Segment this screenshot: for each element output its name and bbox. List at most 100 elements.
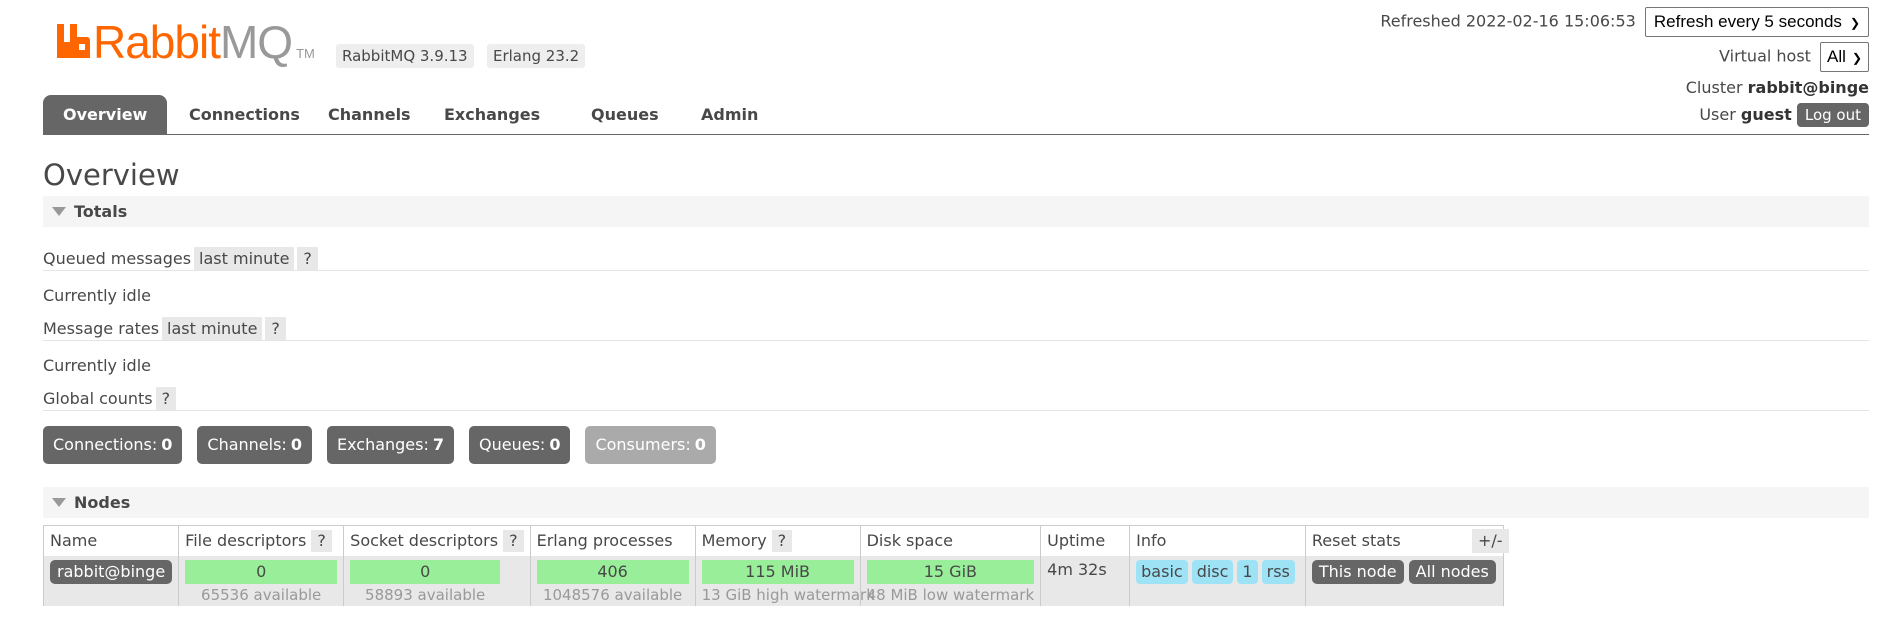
logo-text-rabbit: Rabbit xyxy=(93,16,221,68)
info-tag-count: 1 xyxy=(1237,559,1258,584)
col-name: Name xyxy=(42,525,180,556)
help-button[interactable]: ? xyxy=(311,529,332,552)
vhost-row: Virtual host All ❯ xyxy=(1719,42,1869,72)
socket-descriptors-available: 58893 available xyxy=(365,585,486,604)
queued-period-selector[interactable]: last minute xyxy=(194,247,295,271)
memory-cell: 115 MiB 13 GiB high watermark xyxy=(694,555,875,606)
count-value: 0 xyxy=(161,435,173,454)
uptime-value: 4m 32s xyxy=(1047,559,1107,579)
global-counts-row: Global counts? xyxy=(43,387,177,411)
object-counts: Connections: 0 Channels: 0 Exchanges: 7 Que… xyxy=(43,426,731,464)
rabbitmq-logo-icon xyxy=(57,24,90,58)
refresh-row: Refreshed 2022-02-16 15:06:53 Refresh ev… xyxy=(1380,7,1869,37)
consumers-count: Consumers: 0 xyxy=(585,426,716,464)
count-value: 7 xyxy=(432,435,445,454)
socket-descriptors-cell: 0 58893 available xyxy=(343,555,531,606)
help-button[interactable]: ? xyxy=(771,529,793,552)
rabbitmq-version-badge: RabbitMQ 3.9.13 xyxy=(336,44,474,68)
divider xyxy=(43,270,1869,271)
message-rates-label: Message rates xyxy=(43,319,160,338)
erlang-processes-bar: 406 xyxy=(536,559,689,584)
count-label: Consumers: xyxy=(595,435,691,454)
divider xyxy=(43,340,1869,341)
vhost-label: Virtual host xyxy=(1719,46,1811,66)
info-tag-rss: rss xyxy=(1261,559,1295,584)
col-erlang-processes: Erlang processes xyxy=(529,525,696,556)
logo-trademark: TM xyxy=(296,46,315,61)
count-value: 0 xyxy=(290,435,302,454)
erlang-version-badge: Erlang 23.2 xyxy=(487,44,586,68)
help-button[interactable]: ? xyxy=(297,247,318,271)
col-memory: Memory? xyxy=(694,525,861,556)
count-value: 0 xyxy=(549,435,561,454)
connections-count[interactable]: Connections: 0 xyxy=(43,426,183,464)
column-label: Uptime xyxy=(1047,531,1106,551)
totals-heading: Totals xyxy=(74,202,128,221)
chevron-down-icon: ❯ xyxy=(1851,51,1862,65)
column-label: Reset stats xyxy=(1311,531,1401,551)
node-name-cell: rabbit@binge xyxy=(42,555,180,606)
queued-messages-row: Queued messages last minute? xyxy=(43,247,318,271)
vhost-select[interactable]: All ❯ xyxy=(1820,42,1869,72)
info-tag-disc: disc xyxy=(1191,559,1234,584)
tab-queues[interactable]: Queues xyxy=(571,95,679,135)
exchanges-count[interactable]: Exchanges: 7 xyxy=(326,426,455,464)
nodes-table: Name File descriptors? Socket descriptor… xyxy=(42,525,1504,606)
queued-status: Currently idle xyxy=(43,286,151,305)
node-name-link[interactable]: rabbit@binge xyxy=(50,559,173,584)
queued-messages-label: Queued messages xyxy=(43,249,192,268)
queues-count[interactable]: Queues: 0 xyxy=(469,426,571,464)
col-info: Info xyxy=(1129,525,1306,556)
count-label: Exchanges: xyxy=(336,435,429,454)
file-descriptors-available: 65536 available xyxy=(201,585,322,604)
tab-admin[interactable]: Admin xyxy=(681,95,778,135)
divider xyxy=(43,410,1869,411)
message-rates-row: Message rates last minute? xyxy=(43,317,286,341)
column-label: Memory xyxy=(701,530,767,550)
nodes-section-header[interactable]: Nodes xyxy=(43,487,1869,518)
tab-exchanges[interactable]: Exchanges xyxy=(424,95,560,135)
table-header-row: Name File descriptors? Socket descriptor… xyxy=(42,525,1504,556)
rates-period-selector[interactable]: last minute xyxy=(162,317,263,341)
file-descriptors-cell: 0 65536 available xyxy=(178,555,345,606)
tab-channels[interactable]: Channels xyxy=(308,95,431,135)
global-counts-label: Global counts xyxy=(43,389,153,408)
reset-all-nodes-button[interactable]: All nodes xyxy=(1408,559,1496,584)
totals-section-header[interactable]: Totals xyxy=(43,196,1869,227)
disk-low-watermark: 48 MiB low watermark xyxy=(866,585,1035,604)
collapse-triangle-icon xyxy=(52,207,66,216)
uptime-cell: 4m 32s xyxy=(1040,555,1131,606)
help-button[interactable]: ? xyxy=(265,317,286,341)
reset-stats-cell: This node All nodes xyxy=(1304,555,1504,606)
help-button[interactable]: ? xyxy=(155,387,177,411)
tab-overview[interactable]: Overview xyxy=(43,95,168,135)
table-row: rabbit@binge 0 65536 available 0 58893 a… xyxy=(42,555,1504,606)
col-uptime: Uptime xyxy=(1040,525,1131,556)
logo-text-mq: MQ xyxy=(219,16,293,68)
main-tabs: Overview Connections Channels Exchanges … xyxy=(43,95,1869,135)
disk-space-bar: 15 GiB xyxy=(866,559,1035,584)
column-label: Disk space xyxy=(866,531,953,551)
col-socket-descriptors: Socket descriptors? xyxy=(343,525,531,556)
refresh-interval-select[interactable]: Refresh every 5 seconds ❯ xyxy=(1644,7,1869,37)
chevron-down-icon: ❯ xyxy=(1849,16,1860,30)
info-tag-basic: basic xyxy=(1136,559,1188,584)
tab-connections[interactable]: Connections xyxy=(169,95,320,135)
reset-this-node-button[interactable]: This node xyxy=(1311,559,1404,584)
page-title: Overview xyxy=(43,158,180,192)
refreshed-timestamp: Refreshed 2022-02-16 15:06:53 xyxy=(1380,11,1636,31)
info-cell: basic disc 1 rss xyxy=(1129,555,1306,606)
rates-status: Currently idle xyxy=(43,356,151,375)
erlang-processes-available: 1048576 available xyxy=(542,585,683,604)
erlang-processes-cell: 406 1048576 available xyxy=(529,555,696,606)
disk-space-cell: 15 GiB 48 MiB low watermark xyxy=(859,555,1042,606)
refresh-interval-value: Refresh every 5 seconds xyxy=(1653,12,1842,31)
toggle-columns-button[interactable]: +/- xyxy=(1472,529,1509,553)
vhost-value: All xyxy=(1827,47,1846,66)
column-label: Socket descriptors xyxy=(350,530,499,550)
channels-count[interactable]: Channels: 0 xyxy=(197,426,312,464)
count-label: Channels: xyxy=(207,435,287,454)
count-value: 0 xyxy=(694,435,706,454)
file-descriptors-bar: 0 xyxy=(185,559,338,584)
help-button[interactable]: ? xyxy=(503,529,524,552)
